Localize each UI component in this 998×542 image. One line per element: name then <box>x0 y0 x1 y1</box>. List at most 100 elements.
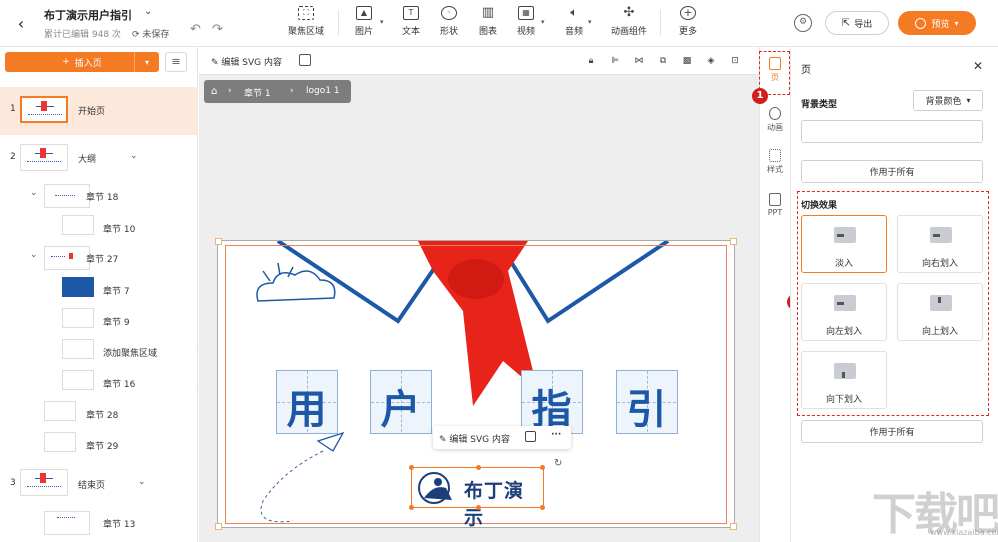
selection-corner[interactable] <box>215 523 222 530</box>
tool-animation-component[interactable]: ✣ 动画组件 <box>605 6 653 42</box>
toolbar-divider <box>660 10 661 36</box>
layer-order-icon[interactable]: ⧉ <box>656 54 670 68</box>
page-thumbnail <box>62 339 94 359</box>
export-button[interactable]: ⇱ 导出 <box>825 11 889 35</box>
redo-icon[interactable]: ↷ <box>212 22 223 37</box>
chevron-down-icon[interactable]: ⌄ <box>30 188 38 198</box>
close-icon[interactable]: ✕ <box>973 59 983 73</box>
layers-icon[interactable]: ◈ <box>704 54 718 68</box>
page-label: 章节 13 <box>103 520 136 530</box>
page-item-start[interactable]: 1 开始页 <box>0 87 198 135</box>
page-item-section-10[interactable]: 章节 10 <box>0 211 198 242</box>
page-item-section-7[interactable]: 章节 7 <box>0 273 198 304</box>
chevron-down-icon[interactable]: ⌄ <box>30 250 38 260</box>
resize-handle[interactable] <box>409 505 414 510</box>
chevron-down-icon[interactable]: ▾ <box>541 18 545 26</box>
title-char-box[interactable]: 指 <box>521 370 583 434</box>
title-char-box[interactable]: 户 <box>370 370 432 434</box>
transition-label-text: 淡入 <box>834 259 853 269</box>
breadcrumb-item[interactable]: 章节 1 <box>244 86 271 99</box>
background-type-label: 背景类型 <box>801 100 838 110</box>
export-icon: ⇱ <box>841 17 851 29</box>
edit-count: 累计已编辑 948 次 <box>44 30 121 40</box>
selection-corner[interactable] <box>730 238 737 245</box>
tool-label: 聚焦区域 <box>287 27 324 37</box>
background-color-field[interactable] <box>801 120 983 143</box>
rotate-icon[interactable]: ↻ <box>554 458 562 469</box>
chevron-down-icon[interactable]: ▾ <box>588 18 592 26</box>
home-icon[interactable]: ⌂ <box>211 86 217 97</box>
align-left-icon[interactable]: ⊫ <box>608 54 622 68</box>
selection-corner[interactable] <box>215 238 222 245</box>
page-label: 章节 9 <box>103 318 130 328</box>
title-char-box[interactable]: 引 <box>616 370 678 434</box>
tool-focus-area[interactable]: ⛶ 聚焦区域 <box>282 6 330 42</box>
tool-more[interactable]: + 更多 <box>664 6 712 42</box>
transition-label-text: 向上划入 <box>921 327 958 337</box>
title-char-box[interactable]: 用 <box>276 370 338 434</box>
duplicate-icon[interactable] <box>299 54 311 66</box>
transition-fade-in[interactable]: 淡入 <box>801 215 887 273</box>
pencil-icon: ✎ <box>211 58 219 68</box>
page-label: 章节 28 <box>86 411 119 421</box>
pencil-icon: ✎ <box>439 435 447 445</box>
undo-icon[interactable]: ↶ <box>190 22 201 37</box>
transition-slide-up[interactable]: 向上划入 <box>897 283 983 341</box>
menu-icon[interactable]: ≡ <box>165 52 187 72</box>
breadcrumb-separator: › <box>228 86 232 96</box>
text-icon: T <box>403 6 419 20</box>
insert-page-dropdown[interactable]: ▾ <box>134 52 159 72</box>
edit-svg-button[interactable]: ✎ 编辑 SVG 内容 <box>211 55 282 68</box>
page-thumbnail <box>20 96 68 123</box>
page-item-add-focus[interactable]: 添加聚焦区域 <box>0 335 198 366</box>
page-item-end[interactable]: 3 结束页 ⌄ <box>0 467 198 499</box>
chevron-down-icon[interactable]: ⌄ <box>138 477 146 487</box>
breadcrumb-item[interactable]: logo1 1 <box>306 86 340 96</box>
resize-handle[interactable] <box>476 505 481 510</box>
edit-svg-button[interactable]: ✎ 编辑 SVG 内容 <box>439 432 510 445</box>
crop-icon[interactable]: ⊡ <box>728 54 742 68</box>
more-options-icon[interactable]: ··· <box>551 430 561 440</box>
document-title[interactable]: 布丁演示用户指引 <box>44 7 132 23</box>
page-item-section-27[interactable]: ⌄ 章节 27 <box>0 242 198 273</box>
chevron-down-icon[interactable]: ▾ <box>380 18 384 26</box>
chevron-down-icon[interactable]: ⌄ <box>144 6 152 17</box>
resize-handle[interactable] <box>409 465 414 470</box>
transition-slide-left[interactable]: 向左划入 <box>801 283 887 341</box>
resize-handle[interactable] <box>540 465 545 470</box>
duplicate-icon[interactable] <box>525 431 536 442</box>
page-item-section-18[interactable]: ⌄ 章节 18 <box>0 180 198 211</box>
preview-button[interactable]: 预览 ▾ <box>898 11 976 35</box>
slide[interactable]: 用 户 指 引 ✎ 编辑 SVG 内容 ··· 布丁演示 ↻ <box>215 238 737 530</box>
page-item-section-9[interactable]: 章节 9 <box>0 304 198 335</box>
apply-to-all-button[interactable]: 作用于所有 <box>801 160 983 183</box>
lock-icon[interactable]: 🔒︎ <box>584 54 598 68</box>
flip-icon[interactable]: ⋈ <box>632 54 646 68</box>
page-item-section-29[interactable]: 章节 29 <box>0 428 198 459</box>
tab-ppt[interactable]: PPT <box>760 193 790 217</box>
tab-label: PPT <box>767 208 783 217</box>
tab-page[interactable]: 页 <box>760 57 790 83</box>
transition-label-text: 向右划入 <box>921 259 958 269</box>
transparency-icon[interactable]: ▩ <box>680 54 694 68</box>
apply-to-all-button[interactable]: 作用于所有 <box>801 420 983 443</box>
back-icon[interactable]: ‹ <box>10 12 32 34</box>
page-item-section-28[interactable]: 章节 28 <box>0 397 198 428</box>
resize-handle[interactable] <box>476 465 481 470</box>
gear-icon[interactable]: ⚙ <box>794 14 812 32</box>
tab-label: 动画 <box>767 123 783 132</box>
chevron-down-icon[interactable]: ⌄ <box>130 151 138 161</box>
watermark-url: www.xiazaiba.com <box>930 528 998 537</box>
tab-style[interactable]: 样式 <box>760 149 790 175</box>
page-item-section-16[interactable]: 章节 16 <box>0 366 198 397</box>
transition-slide-right[interactable]: 向右划入 <box>897 215 983 273</box>
transition-slide-down[interactable]: 向下划入 <box>801 351 887 409</box>
tab-animation[interactable]: 动画 <box>760 107 790 133</box>
background-type-select[interactable]: 背景颜色 ▾ <box>913 90 983 111</box>
selection-corner[interactable] <box>730 523 737 530</box>
resize-handle[interactable] <box>540 505 545 510</box>
logo-element-selected[interactable]: 布丁演示 ↻ <box>409 458 562 529</box>
breadcrumb-separator: › <box>290 86 294 96</box>
page-item-section-13[interactable]: 章节 13 <box>0 507 198 538</box>
page-item-outline[interactable]: 2 大纲 ⌄ <box>0 142 198 172</box>
